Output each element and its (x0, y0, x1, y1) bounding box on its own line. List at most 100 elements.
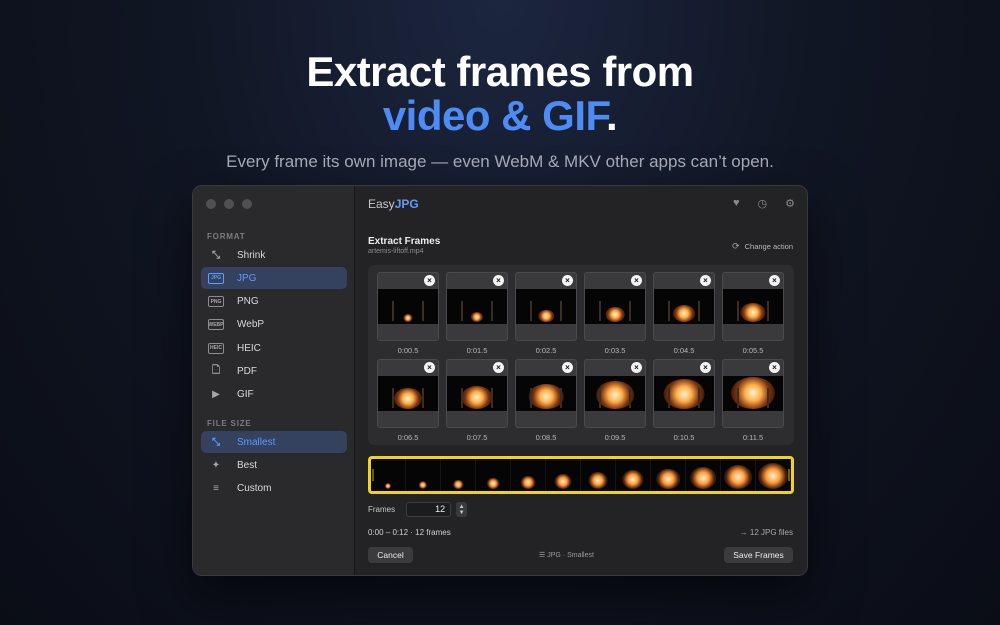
frame-thumbnail[interactable]: × 0:02.5 (515, 272, 577, 355)
frames-label: Frames (368, 505, 396, 514)
sidebar: FORMAT ⤡ Shrink JPG JPG PNG PNG WEBP WebP HEIC HE… (193, 186, 355, 575)
filmstrip-cell (721, 459, 756, 491)
close-icon[interactable]: × (562, 275, 573, 286)
close-icon[interactable]: × (631, 275, 642, 286)
list-icon: ☰ (539, 552, 546, 559)
timeline-filmstrip[interactable] (368, 456, 794, 494)
hero: Extract frames from video & GIF. Every f… (0, 50, 1000, 172)
close-icon[interactable]: × (769, 362, 780, 373)
window-controls (206, 199, 252, 209)
frame-timestamp: 0:04.5 (673, 346, 695, 355)
frame-thumbnail[interactable]: × 0:10.5 (653, 359, 715, 442)
sidebar-item-label: PNG (237, 296, 259, 308)
timeline-start-handle[interactable] (372, 469, 374, 481)
frame-thumbnail[interactable]: × 0:09.5 (584, 359, 646, 442)
close-icon[interactable]: × (424, 362, 435, 373)
frame-timestamp: 0:05.5 (742, 346, 764, 355)
hero-title: Extract frames from video & GIF. (0, 50, 1000, 138)
cancel-button[interactable]: Cancel (368, 547, 413, 563)
sparkle-icon: ✦ (211, 459, 221, 471)
sidebar-item-heic[interactable]: HEIC HEIC (201, 337, 347, 359)
format-summary-text: JPG · Smallest (547, 552, 594, 559)
sidebar-item-png[interactable]: PNG PNG (201, 291, 347, 313)
heart-icon[interactable]: ♥ (733, 197, 740, 210)
close-window-button[interactable] (206, 199, 216, 209)
sidebar-item-custom[interactable]: ≡ Custom (201, 478, 347, 500)
frame-timestamp: 0:03.5 (604, 346, 626, 355)
sidebar-item-webp[interactable]: WEBP WebP (201, 314, 347, 336)
chevron-down-icon[interactable]: ▼ (459, 510, 465, 516)
frame-timestamp: 0:07.5 (466, 433, 488, 442)
frames-count-input[interactable]: 12 (406, 502, 452, 517)
frame-thumbnail[interactable]: × 0:04.5 (653, 272, 715, 355)
frame-thumbnail[interactable]: × 0:00.5 (377, 272, 439, 355)
frame-thumbnail[interactable]: × 0:07.5 (446, 359, 508, 442)
sidebar-item-best[interactable]: ✦ Best (201, 454, 347, 476)
sidebar-item-label: JPG (237, 272, 257, 284)
minimize-window-button[interactable] (224, 199, 234, 209)
frame-thumbnail[interactable]: × 0:08.5 (515, 359, 577, 442)
close-icon[interactable]: × (769, 275, 780, 286)
filmstrip-cell (756, 459, 791, 491)
filmstrip-cell (651, 459, 686, 491)
frame-image: × (377, 272, 439, 341)
frame-timestamp: 0:06.5 (397, 433, 419, 442)
frame-timestamp: 0:01.5 (466, 346, 488, 355)
close-icon[interactable]: × (493, 275, 504, 286)
sidebar-item-pdf[interactable]: 🗋 PDF (201, 361, 347, 383)
frame-thumbnail[interactable]: × 0:11.5 (722, 359, 784, 442)
frame-thumbnail[interactable]: × 0:05.5 (722, 272, 784, 355)
compress-icon: ⤡ (212, 436, 220, 448)
frame-thumbnail[interactable]: × 0:06.5 (377, 359, 439, 442)
filmstrip-cell (546, 459, 581, 491)
sidebar-item-smallest[interactable]: ⤡ Smallest (201, 431, 347, 453)
frame-timestamp: 0:02.5 (535, 346, 557, 355)
sidebar-item-jpg[interactable]: JPG JPG (201, 267, 347, 290)
format-summary: ☰ JPG · Smallest (539, 551, 594, 559)
heic-badge-icon: HEIC (208, 342, 224, 354)
app-window: FORMAT ⤡ Shrink JPG JPG PNG PNG WEBP WebP HEIC HE… (192, 185, 808, 576)
close-icon[interactable]: × (493, 362, 504, 373)
sidebar-item-gif[interactable]: ▶ GIF (201, 384, 347, 406)
sidebar-item-shrink[interactable]: ⤡ Shrink (201, 244, 347, 266)
app-brand: EasyJPG (368, 197, 419, 211)
frame-image: × (446, 359, 508, 428)
save-frames-button[interactable]: Save Frames (724, 547, 793, 563)
close-icon[interactable]: × (700, 362, 711, 373)
frame-timestamp: 0:11.5 (742, 433, 764, 442)
panel-title: Extract Frames (368, 236, 441, 247)
play-icon: ▶ (212, 389, 220, 401)
close-icon[interactable]: × (700, 275, 711, 286)
frame-grid: × 0:00.5 × 0:01.5 × 0:02.5 × 0:03.5 × 0:04.5 × 0:05… (368, 265, 794, 445)
filmstrip-cell (441, 459, 476, 491)
close-icon[interactable]: × (562, 362, 573, 373)
shrink-icon: ⤡ (212, 249, 220, 261)
gear-icon[interactable]: ⚙ (785, 197, 795, 210)
jpg-badge-icon: JPG (208, 272, 224, 284)
frame-thumbnail[interactable]: × 0:01.5 (446, 272, 508, 355)
frame-image: × (722, 272, 784, 341)
zoom-window-button[interactable] (242, 199, 252, 209)
sidebar-item-label: Smallest (237, 436, 276, 448)
webp-badge-icon: WEBP (208, 319, 224, 331)
timeline-end-handle[interactable] (788, 469, 790, 481)
refresh-icon: ⟳ (732, 241, 740, 251)
close-icon[interactable]: × (424, 275, 435, 286)
frame-image: × (653, 359, 715, 428)
sidebar-item-label: PDF (237, 366, 257, 377)
document-icon: 🗋 (211, 365, 221, 376)
brand-prefix: Easy (368, 197, 395, 211)
frames-stepper[interactable]: ▲ ▼ (456, 502, 468, 517)
frame-thumbnail[interactable]: × 0:03.5 (584, 272, 646, 355)
sidebar-item-label: Shrink (237, 249, 266, 261)
history-icon[interactable]: ◷ (758, 197, 768, 210)
sliders-icon: ≡ (213, 483, 219, 495)
filmstrip-cell (581, 459, 616, 491)
png-badge-icon: PNG (208, 296, 224, 308)
sidebar-item-label: GIF (237, 389, 254, 401)
close-icon[interactable]: × (631, 362, 642, 373)
filmstrip-cell (406, 459, 441, 491)
sidebar-item-label: HEIC (237, 342, 261, 354)
change-action-button[interactable]: ⟳ Change action (732, 241, 793, 252)
frame-image: × (515, 272, 577, 341)
